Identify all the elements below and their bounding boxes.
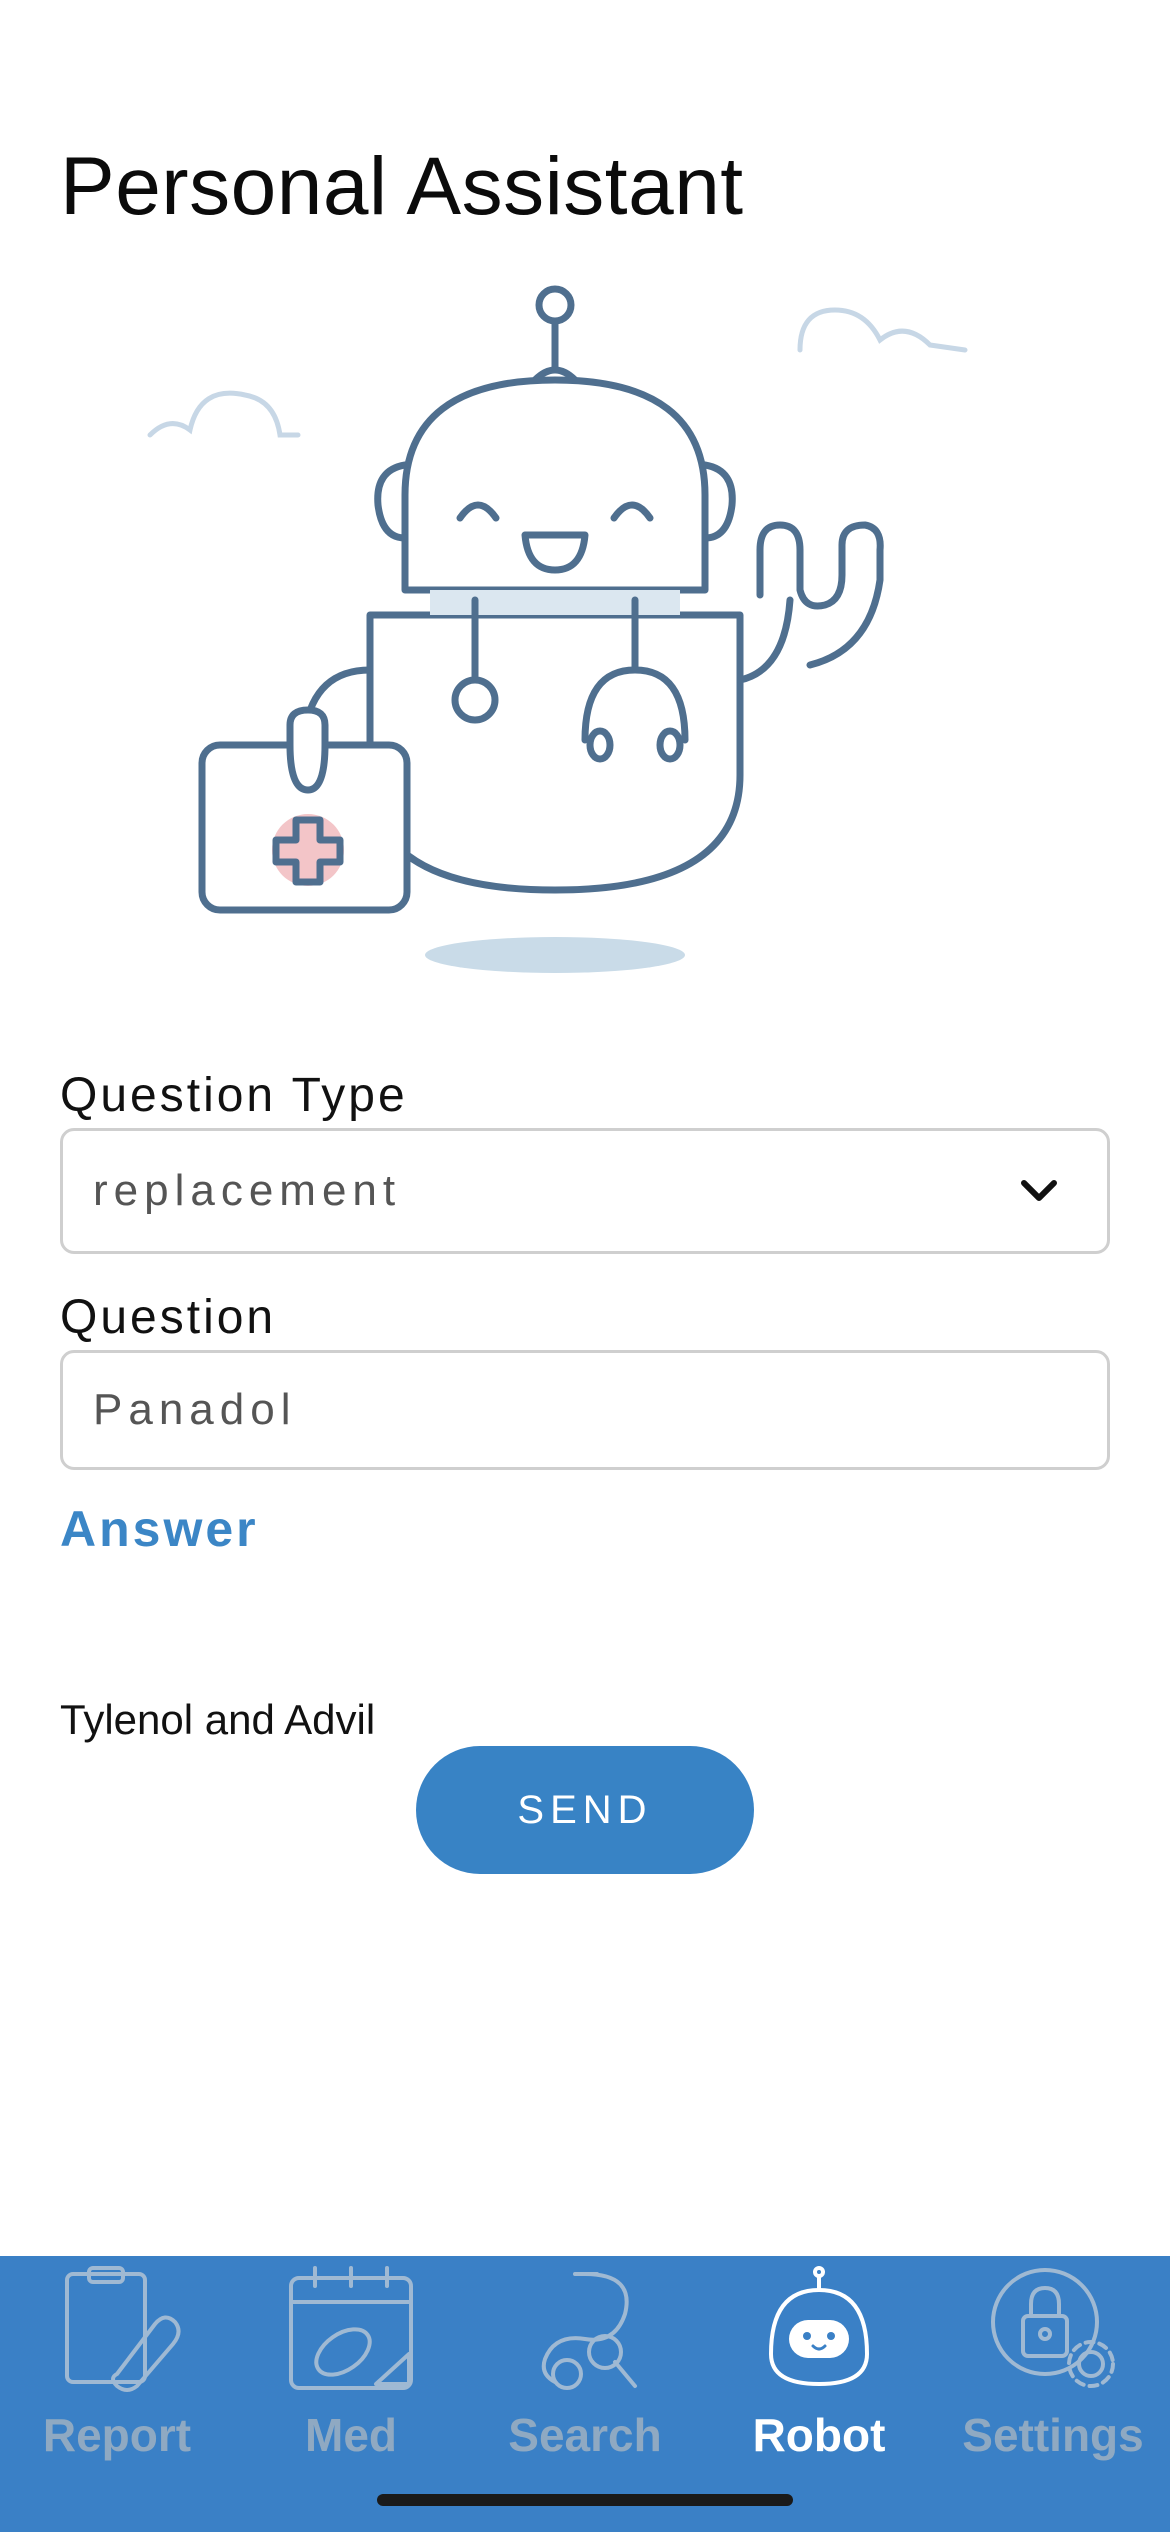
answer-label: Answer [60,1501,259,1557]
question-input[interactable]: Panadol [60,1350,1110,1470]
robot-icon [769,2266,869,2386]
robot-doctor-illustration [147,285,968,973]
question-type-value: replacement [93,1166,402,1215]
send-button[interactable]: SEND [416,1746,754,1874]
lock-gear-icon [991,2268,1115,2388]
chevron-down-icon [1021,1180,1057,1201]
clipboard-pill-icon [65,2266,181,2392]
tab-robot-label: Robot [752,2409,886,2461]
tab-bar: Report Med Search Robot Settings [0,2256,1170,2532]
question-input-value: Panadol [93,1385,297,1434]
tab-med-label: Med [305,2409,397,2461]
tab-search-label: Search [508,2409,662,2461]
calendar-pill-icon [289,2266,413,2390]
home-indicator[interactable] [377,2494,793,2506]
question-type-label: Question Type [60,1069,408,1122]
tab-settings[interactable]: Settings [936,2256,1170,2532]
answer-text: Tylenol and Advil [60,1696,376,1743]
page-title: Personal Assistant [60,141,744,232]
robot-shadow [425,937,685,973]
tab-report-label: Report [42,2409,192,2461]
tab-search[interactable]: Search [468,2256,702,2532]
tab-med[interactable]: Med [234,2256,468,2532]
tab-settings-label: Settings [962,2409,1144,2461]
cloud-right [797,307,968,353]
tab-robot[interactable]: Robot [702,2256,936,2532]
question-label: Question [60,1291,277,1344]
stethoscope-icon [541,2272,637,2390]
tab-report[interactable]: Report [0,2256,234,2532]
cloud-left [147,390,301,438]
question-type-select[interactable]: replacement [60,1128,1110,1254]
